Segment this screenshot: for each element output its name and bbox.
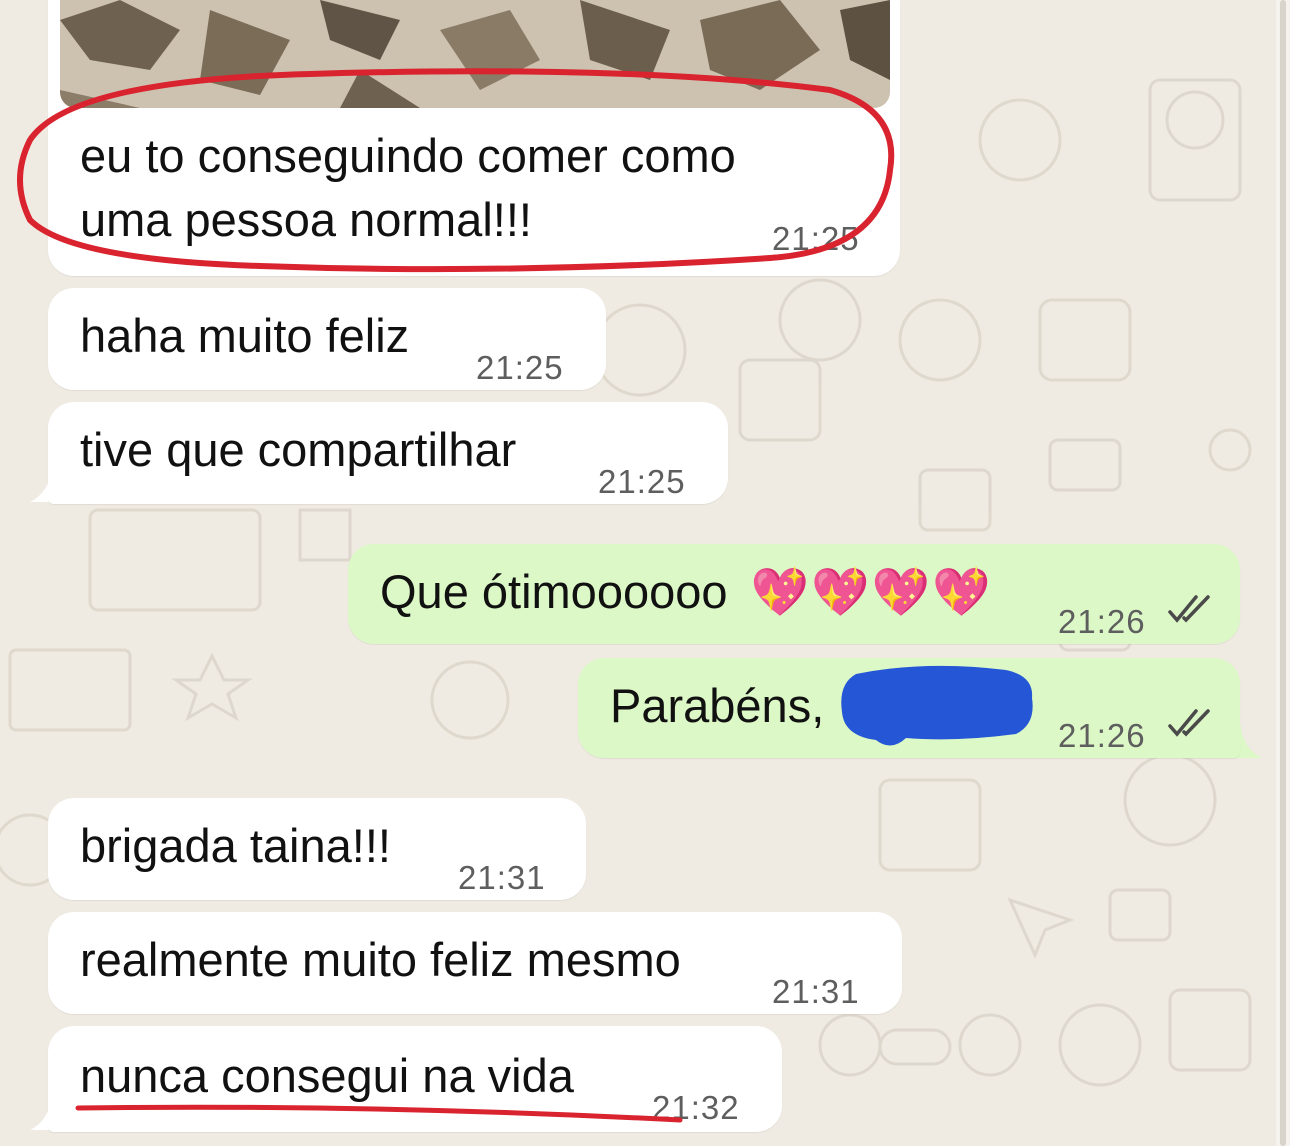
message-text: Parabéns,: [610, 679, 825, 732]
message-bubble-incoming[interactable]: realmente muito feliz mesmo 21:31: [48, 912, 902, 1014]
message-text: eu to conseguindo comer como uma pessoa …: [80, 124, 736, 252]
read-double-check-icon: [1168, 709, 1210, 737]
message-timestamp: 21:26: [1058, 603, 1146, 640]
photo-attachment[interactable]: [60, 0, 890, 108]
scrollbar-thumb[interactable]: [1280, 0, 1286, 1146]
message-text-line: uma pessoa normal!!!: [80, 193, 532, 246]
heart-emoji: 💖💖💖💖: [750, 565, 993, 618]
message-timestamp: 21:25: [598, 463, 686, 500]
message-bubble-incoming[interactable]: nunca consegui na vida 21:32: [48, 1026, 782, 1132]
message-text: brigada taina!!!: [80, 819, 391, 872]
message-bubble-incoming[interactable]: haha muito feliz 21:25: [48, 288, 606, 390]
message-text-line: eu to conseguindo comer como: [80, 129, 736, 182]
read-double-check-icon: [1168, 595, 1210, 623]
message-text: realmente muito feliz mesmo: [80, 933, 681, 986]
message-timestamp: 21:31: [772, 973, 860, 1010]
message-text: tive que compartilhar: [80, 423, 517, 476]
message-timestamp: 21:32: [652, 1089, 740, 1126]
message-bubble-outgoing[interactable]: Parabéns, 21:26: [578, 658, 1240, 758]
message-text: nunca consegui na vida: [80, 1049, 574, 1102]
message-text-body: Que ótimoooooo: [380, 565, 728, 618]
scrollbar[interactable]: [1276, 0, 1290, 1146]
message-timestamp: 21:31: [458, 859, 546, 896]
message-text: Que ótimoooooo 💖💖💖💖: [380, 560, 993, 624]
message-bubble-incoming[interactable]: brigada taina!!! 21:31: [48, 798, 586, 900]
message-text: haha muito feliz: [80, 309, 410, 362]
message-timestamp: 21:26: [1058, 717, 1146, 754]
message-bubble-outgoing[interactable]: Que ótimoooooo 💖💖💖💖 21:26: [348, 544, 1240, 644]
message-bubble-incoming[interactable]: tive que compartilhar 21:25: [48, 402, 728, 504]
message-timestamp: 21:25: [476, 349, 564, 386]
message-timestamp: 21:25: [772, 220, 860, 257]
